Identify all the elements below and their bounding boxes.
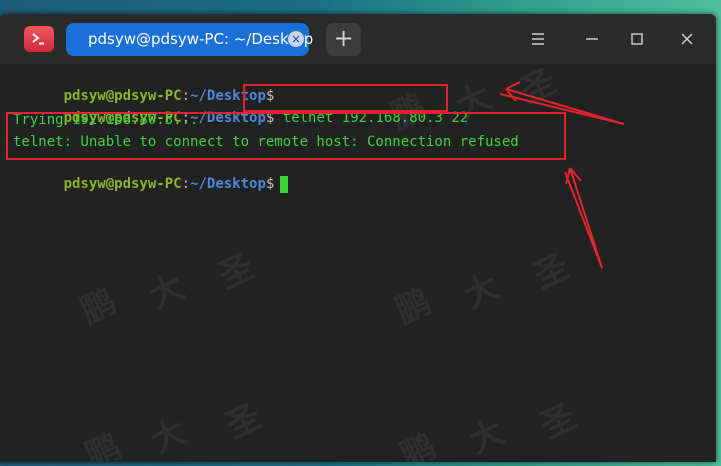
terminal-app-icon[interactable] [24,26,54,52]
watermark-char: 圣 [212,246,261,297]
terminal-prompt-icon [32,33,44,45]
error-highlight-box [6,112,566,160]
terminal-window: pdsyw@pdsyw-PC: ~/Desktop × + 鹏 大 圣 鹏 大 … [0,14,716,462]
tab-close-icon[interactable]: × [288,31,304,47]
watermark-char: 鹏 [394,426,443,462]
tab-title: pdsyw@pdsyw-PC: ~/Desktop [88,30,314,48]
watermark-char: 大 [457,266,506,317]
tab-terminal-session[interactable]: pdsyw@pdsyw-PC: ~/Desktop × [66,23,313,56]
maximize-icon[interactable] [624,26,650,52]
terminal-cursor [280,175,289,193]
terminal-line-prompt-1: pdsyw@pdsyw-PC:~/Desktop$ [13,66,275,104]
prompt-dollar: $ [265,176,275,192]
title-bar: pdsyw@pdsyw-PC: ~/Desktop × + [0,14,716,64]
command-highlight-box [243,84,448,112]
hamburger-menu-icon[interactable] [525,26,551,52]
watermark-char: 鹏 [389,281,438,332]
watermark-char: 圣 [534,396,583,447]
watermark-char: 鹏 [79,426,128,462]
watermark-char: 圣 [527,246,576,297]
close-icon[interactable] [674,26,700,52]
watermark-char: 大 [462,411,511,462]
prompt-user: pdsyw@pdsyw-PC [63,176,182,192]
watermark-char: 鹏 [74,281,123,332]
prompt-path: ~/Desktop [190,176,266,192]
prompt-colon: : [181,176,191,192]
watermark-char: 大 [142,266,191,317]
new-tab-button[interactable]: + [326,23,361,56]
minimize-icon[interactable] [579,26,605,52]
watermark-char: 大 [144,411,193,462]
watermark-char: 圣 [219,396,268,447]
